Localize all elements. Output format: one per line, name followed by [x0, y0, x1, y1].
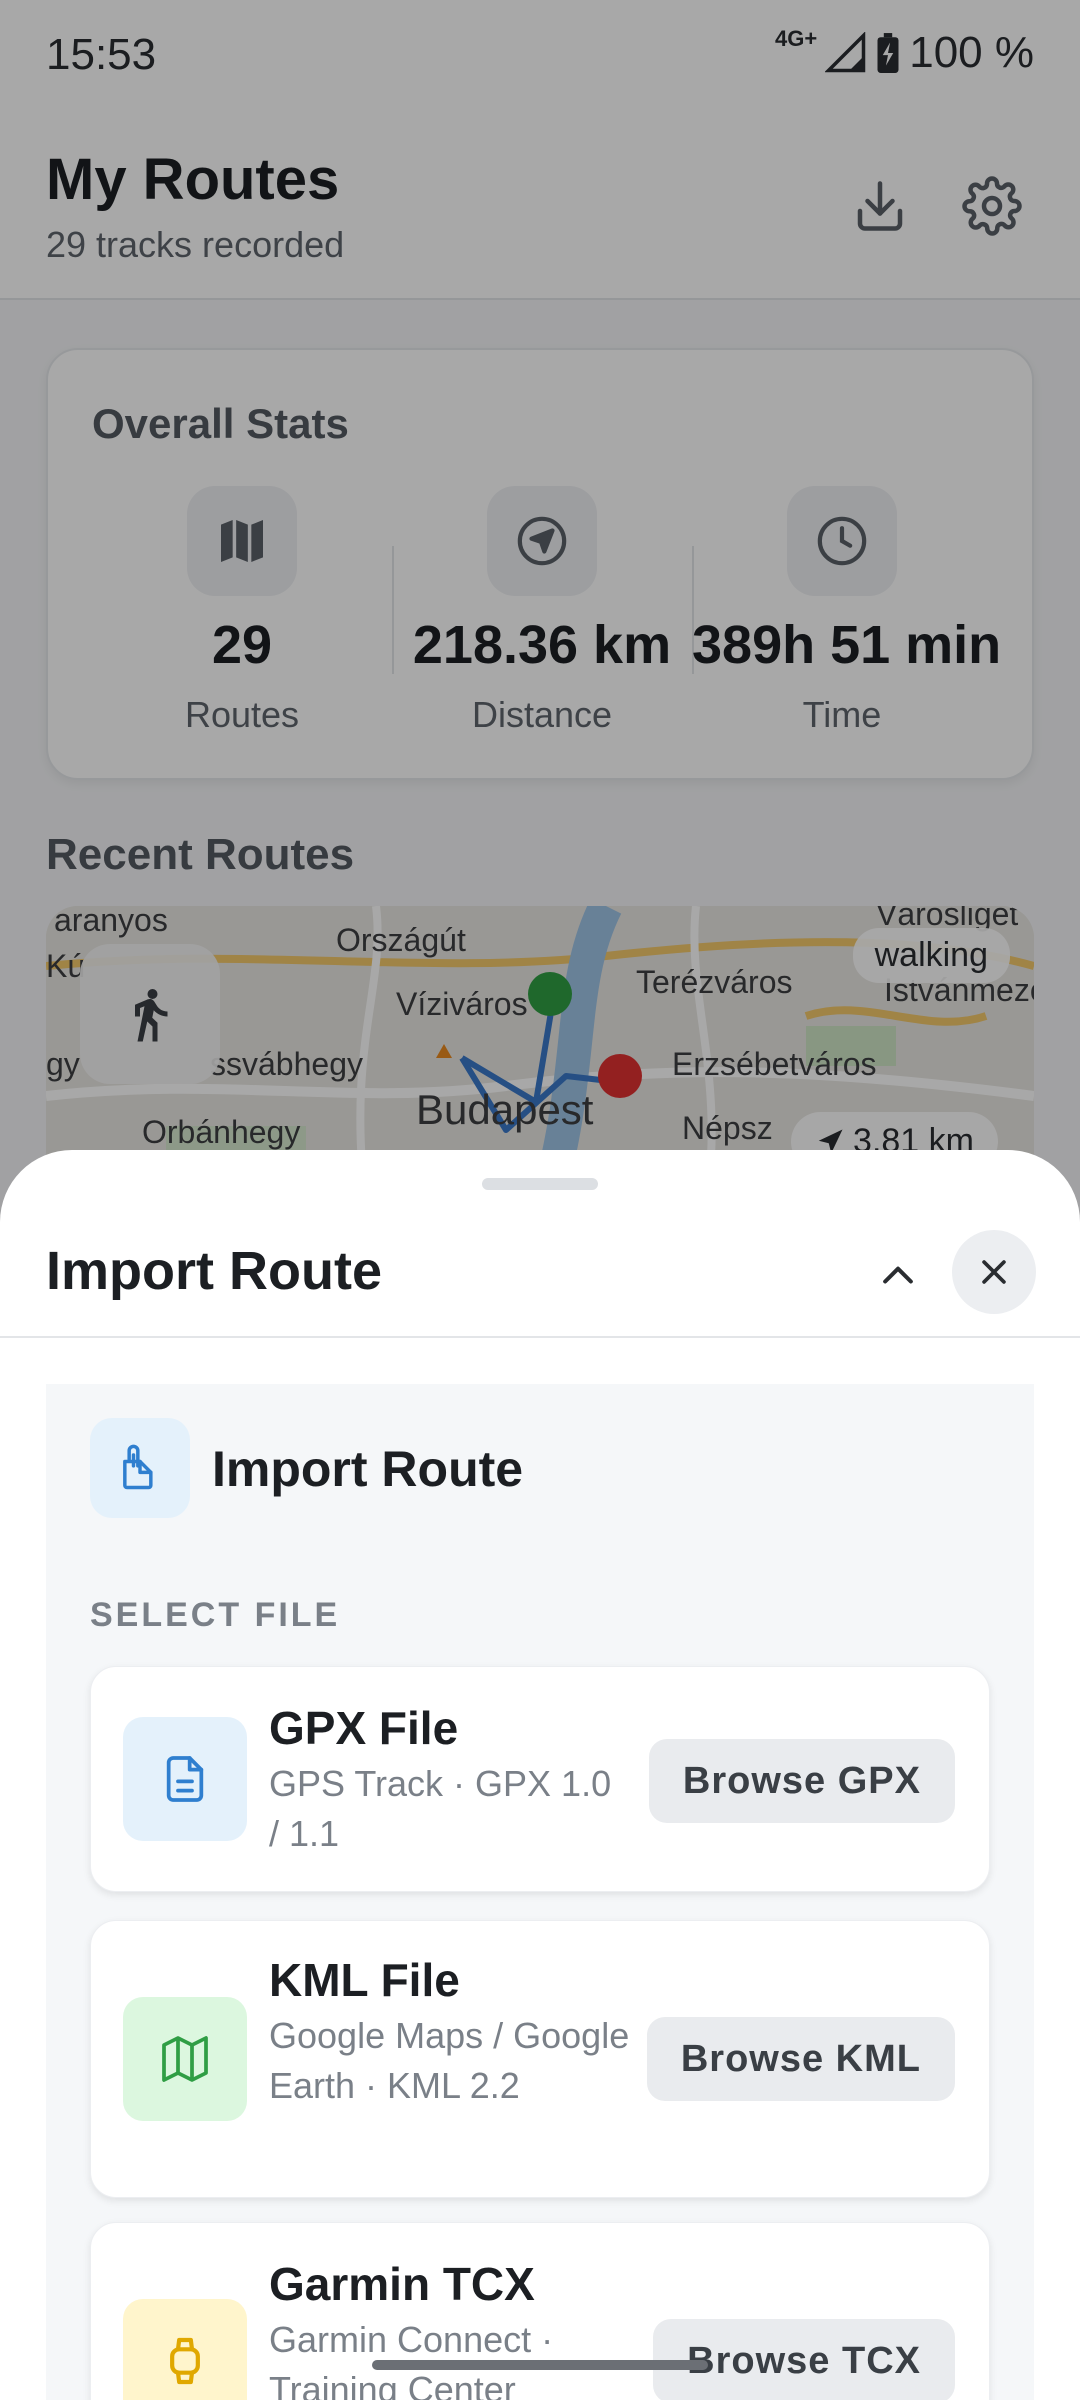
panel-title: Import Route [212, 1441, 524, 1497]
close-icon [982, 1260, 1006, 1284]
browse-gpx-button[interactable]: Browse GPX [648, 1739, 955, 1823]
document-icon [166, 1756, 204, 1802]
sheet-divider [0, 1336, 1080, 1338]
watch-icon [170, 2337, 200, 2385]
file-icon-box [123, 1717, 247, 1841]
collapse-sheet-button[interactable] [862, 1240, 934, 1312]
file-description: GPS Track · GPX 1.0 / 1.1 [269, 1763, 612, 1854]
panel-icon-box [90, 1418, 190, 1518]
import-panel: Import Route SELECT FILE GPX File GPS Tr… [46, 1384, 1034, 2400]
map-icon [162, 2036, 208, 2082]
file-description: Garmin Connect · Training Center [269, 2319, 554, 2400]
file-name: Garmin TCX [269, 2258, 535, 2310]
file-option-tcx: Garmin TCX Garmin Connect · Training Cen… [90, 2222, 990, 2400]
browse-kml-button[interactable]: Browse KML [646, 2017, 955, 2101]
file-name: GPX File [269, 1702, 459, 1754]
file-name: KML File [269, 1954, 460, 2006]
import-route-sheet: Import Route Import Route SELECT FILE GP… [0, 1150, 1080, 2400]
file-option-gpx: GPX File GPS Track · GPX 1.0 / 1.1 Brows… [90, 1666, 990, 1892]
home-indicator[interactable] [372, 2360, 708, 2370]
file-icon-box [123, 2299, 247, 2400]
chevron-up-icon [883, 1266, 913, 1284]
sheet-drag-handle[interactable] [482, 1178, 598, 1190]
file-description: Google Maps / Google Earth · KML 2.2 [269, 2015, 630, 2106]
file-icon-box [123, 1997, 247, 2121]
file-option-kml: KML File Google Maps / Google Earth · KM… [90, 1920, 990, 2198]
file-attachment-icon [123, 1444, 153, 1490]
sheet-title: Import Route [46, 1241, 382, 1301]
select-file-label: SELECT FILE [90, 1596, 341, 1634]
close-sheet-button[interactable] [952, 1230, 1036, 1314]
